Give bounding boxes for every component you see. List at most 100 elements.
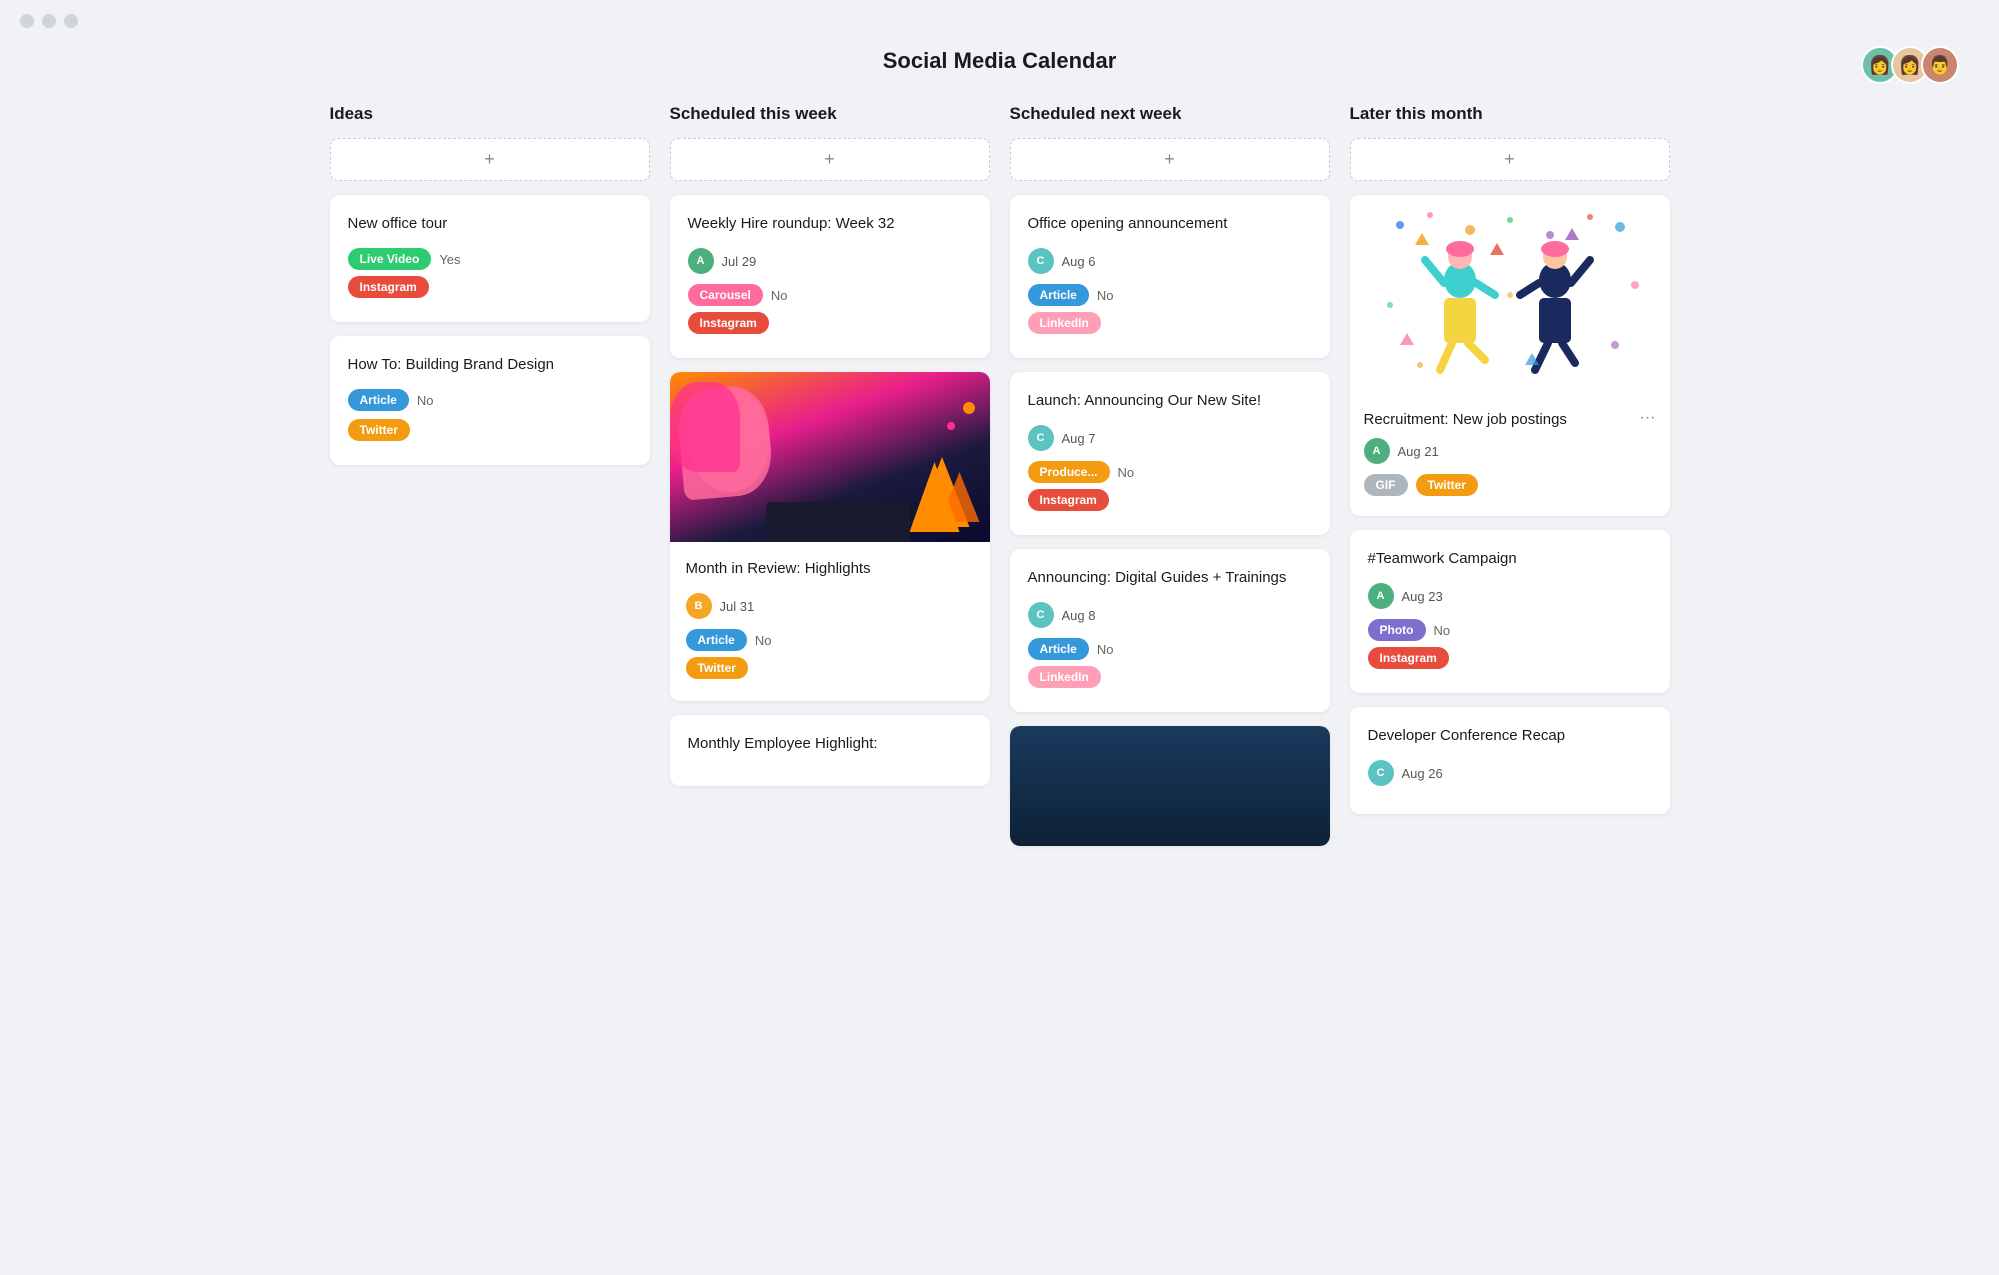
tags-row: Article No — [1028, 284, 1312, 306]
column-header-this-week: Scheduled this week — [670, 104, 990, 124]
card-title: Weekly Hire roundup: Week 32 — [688, 213, 972, 234]
tags-row-2: Instagram — [1368, 647, 1652, 669]
tags-row-2: LinkedIn — [1028, 312, 1312, 334]
card-month-review: Month in Review: Highlights B Jul 31 Art… — [670, 372, 990, 701]
date: Aug 21 — [1398, 444, 1439, 459]
tags-row: Carousel No — [688, 284, 972, 306]
tags-row-2: Twitter — [348, 419, 632, 441]
card-office-opening: Office opening announcement C Aug 6 Arti… — [1010, 195, 1330, 358]
user-avatar: C — [1028, 425, 1054, 451]
status-label: No — [1434, 623, 1451, 638]
card-title: Month in Review: Highlights — [686, 558, 974, 579]
date: Aug 23 — [1402, 589, 1443, 604]
card-image — [670, 372, 990, 542]
tags-row-2: Instagram — [348, 276, 632, 298]
tags-row-2: Twitter — [686, 657, 974, 679]
tags-row: GIF Twitter — [1364, 474, 1656, 496]
card-meta: C Aug 7 — [1028, 425, 1312, 451]
tag-instagram: Instagram — [348, 276, 429, 298]
tag-article: Article — [686, 629, 747, 651]
header: Social Media Calendar 👩 👩 👨 — [0, 28, 1999, 104]
user-avatar: A — [1364, 438, 1390, 464]
column-cards-next-week: Office opening announcement C Aug 6 Arti… — [1010, 195, 1330, 846]
card-title: Launch: Announcing Our New Site! — [1028, 390, 1312, 411]
add-button-next-week[interactable]: + — [1010, 138, 1330, 181]
card-meta: A Jul 29 — [688, 248, 972, 274]
column-scheduled-this-week: Scheduled this week + Weekly Hire roundu… — [670, 104, 990, 860]
add-button-later[interactable]: + — [1350, 138, 1670, 181]
tag-article: Article — [1028, 284, 1089, 306]
card-meta: C Aug 26 — [1368, 760, 1652, 786]
tag-twitter: Twitter — [348, 419, 410, 441]
column-cards-this-week: Weekly Hire roundup: Week 32 A Jul 29 Ca… — [670, 195, 990, 786]
tag-gif: GIF — [1364, 474, 1408, 496]
tag-produce: Produce... — [1028, 461, 1110, 483]
date: Aug 7 — [1062, 431, 1096, 446]
column-header-ideas: Ideas — [330, 104, 650, 124]
tag-instagram: Instagram — [1028, 489, 1109, 511]
traffic-light-close[interactable] — [20, 14, 34, 28]
column-cards-ideas: New office tour Live Video Yes Instagram… — [330, 195, 650, 465]
board: Ideas + New office tour Live Video Yes I… — [300, 104, 1700, 900]
user-avatar: A — [688, 248, 714, 274]
tag-article: Article — [348, 389, 409, 411]
column-scheduled-next-week: Scheduled next week + Office opening ann… — [1010, 104, 1330, 860]
tags-row: Article No — [686, 629, 974, 651]
tag-carousel: Carousel — [688, 284, 763, 306]
card-meta: A Aug 21 — [1364, 438, 1656, 464]
traffic-light-maximize[interactable] — [64, 14, 78, 28]
tags-row: Live Video Yes — [348, 248, 632, 270]
tags-row: Produce... No — [1028, 461, 1312, 483]
tag-photo: Photo — [1368, 619, 1426, 641]
tags-row-2: Instagram — [1028, 489, 1312, 511]
card-title: #Teamwork Campaign — [1368, 548, 1652, 569]
tags-row-2: LinkedIn — [1028, 666, 1312, 688]
status-label: No — [417, 393, 434, 408]
tag-instagram: Instagram — [1368, 647, 1449, 669]
tag-instagram: Instagram — [688, 312, 769, 334]
card-meta: C Aug 6 — [1028, 248, 1312, 274]
user-avatar: B — [686, 593, 712, 619]
column-header-later: Later this month — [1350, 104, 1670, 124]
card-title: Monthly Employee Highlight: — [688, 733, 972, 754]
title-bar — [0, 0, 1999, 28]
tags-row: Photo No — [1368, 619, 1652, 641]
tag-article: Article — [1028, 638, 1089, 660]
card-title: New office tour — [348, 213, 632, 234]
add-button-ideas[interactable]: + — [330, 138, 650, 181]
card-recruitment: Recruitment: New job postings ··· A Aug … — [1350, 195, 1670, 516]
card-monthly-highlight: Monthly Employee Highlight: — [670, 715, 990, 786]
card-title: Recruitment: New job postings — [1364, 409, 1567, 430]
column-header-next-week: Scheduled next week — [1010, 104, 1330, 124]
column-ideas: Ideas + New office tour Live Video Yes I… — [330, 104, 650, 860]
card-meta: B Jul 31 — [686, 593, 974, 619]
avatar-3: 👨 — [1921, 46, 1959, 84]
tags-row-2: Instagram — [688, 312, 972, 334]
card-title: Announcing: Digital Guides + Trainings — [1028, 567, 1312, 588]
user-avatar: C — [1028, 602, 1054, 628]
column-later-this-month: Later this month + — [1350, 104, 1670, 860]
tags-row: Article No — [1028, 638, 1312, 660]
card-partial-dark — [1010, 726, 1330, 846]
page-title: Social Media Calendar — [0, 48, 1999, 74]
card-new-office-tour: New office tour Live Video Yes Instagram — [330, 195, 650, 322]
status-label: No — [1118, 465, 1135, 480]
card-launch-new-site: Launch: Announcing Our New Site! C Aug 7… — [1010, 372, 1330, 535]
user-avatar: A — [1368, 583, 1394, 609]
card-meta: C Aug 8 — [1028, 602, 1312, 628]
dots-menu[interactable]: ··· — [1640, 409, 1656, 427]
status-label: No — [755, 633, 772, 648]
card-teamwork: #Teamwork Campaign A Aug 23 Photo No Ins… — [1350, 530, 1670, 693]
card-brand-design: How To: Building Brand Design Article No… — [330, 336, 650, 465]
traffic-light-minimize[interactable] — [42, 14, 56, 28]
tag-twitter: Twitter — [1416, 474, 1478, 496]
card-meta: A Aug 23 — [1368, 583, 1652, 609]
card-dev-conference: Developer Conference Recap C Aug 26 — [1350, 707, 1670, 814]
add-button-this-week[interactable]: + — [670, 138, 990, 181]
status-label: Yes — [439, 252, 460, 267]
user-avatar: C — [1028, 248, 1054, 274]
status-label: No — [1097, 288, 1114, 303]
user-avatar: C — [1368, 760, 1394, 786]
tag-twitter: Twitter — [686, 657, 748, 679]
column-cards-later: Recruitment: New job postings ··· A Aug … — [1350, 195, 1670, 814]
